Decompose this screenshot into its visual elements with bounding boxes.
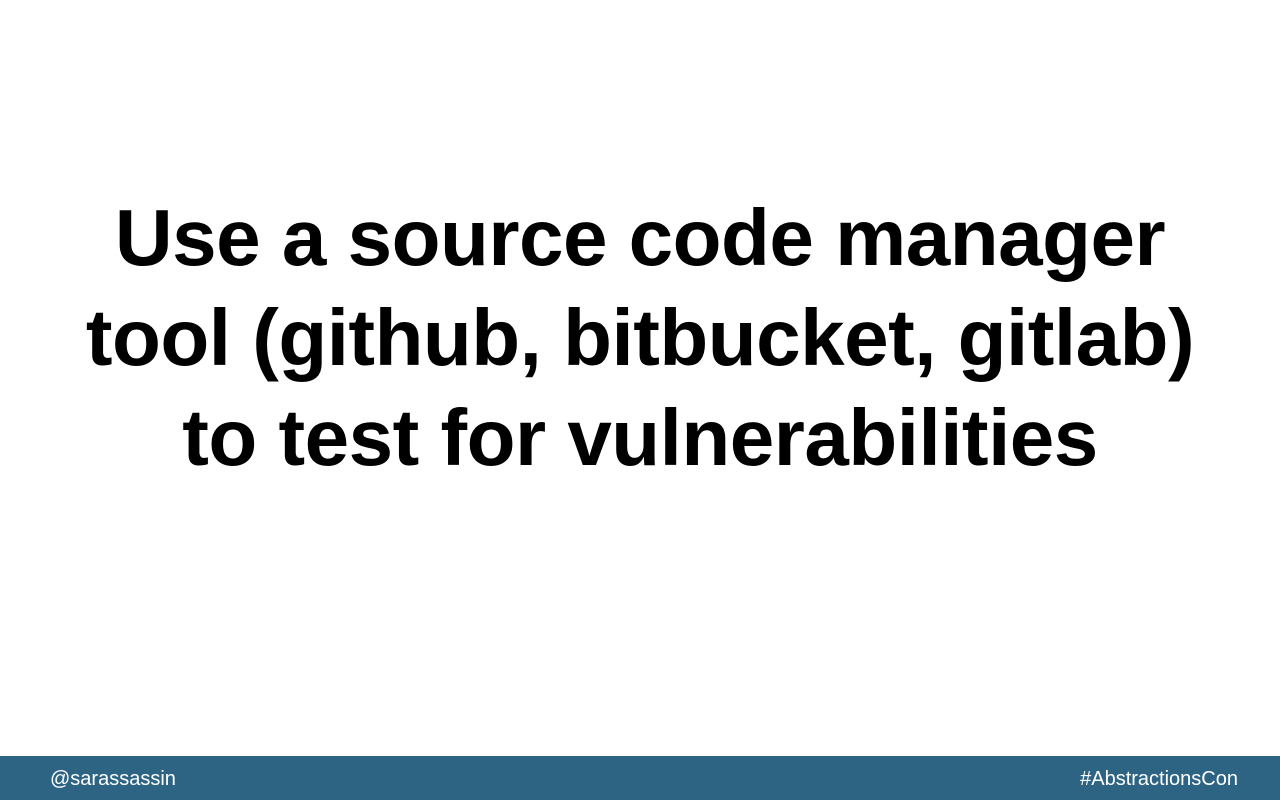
slide-canvas: Use a source code manager tool (github, … <box>0 0 1280 756</box>
slide-title-line-2: tool (github, bitbucket, gitlab) <box>85 293 1195 382</box>
slide-title-line-3: to test for vulnerabilities <box>182 393 1098 482</box>
speaker-handle: @sarassassin <box>50 768 176 790</box>
footer-bar: @sarassassin #AbstractionsCon <box>0 756 1280 800</box>
slide-title: Use a source code manager tool (github, … <box>40 188 1240 488</box>
slide-title-line-1: Use a source code manager <box>114 193 1166 282</box>
event-hashtag: #AbstractionsCon <box>1080 768 1238 790</box>
